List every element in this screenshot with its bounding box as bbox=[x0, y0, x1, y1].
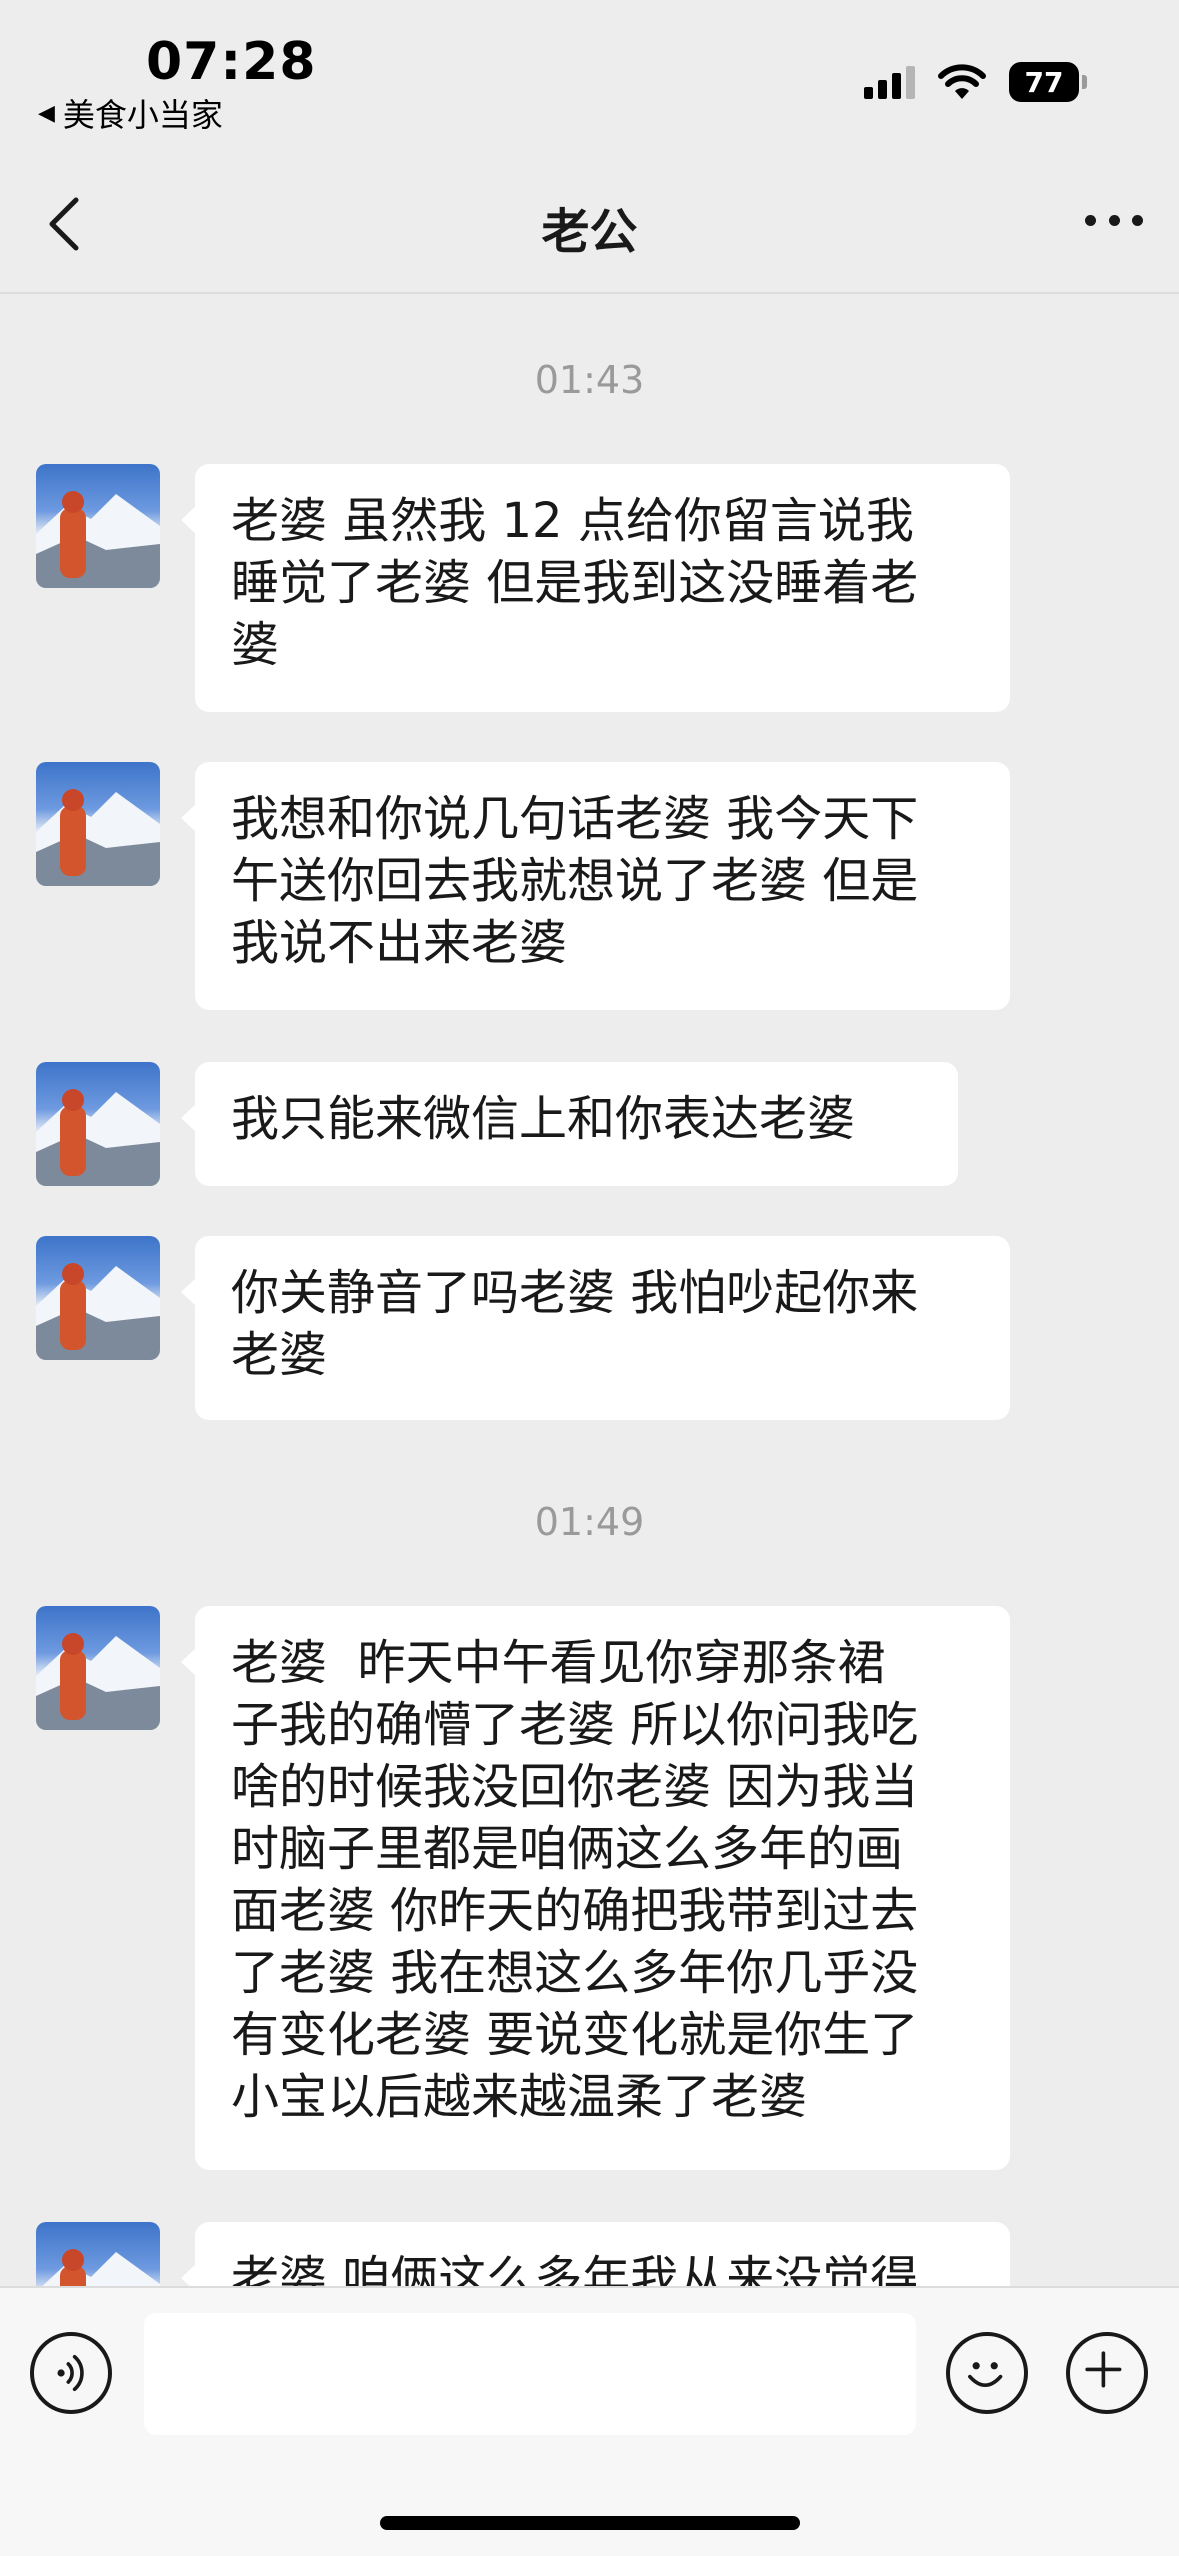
back-to-app-link[interactable]: ◀ 美食小当家 bbox=[38, 90, 223, 136]
home-indicator[interactable] bbox=[380, 2516, 800, 2530]
message-bubble[interactable]: 我想和你说几句话老婆 我今天下 午送你回去我就想说了老婆 但是 我说不出来老婆 bbox=[181, 762, 1010, 1010]
avatar[interactable] bbox=[36, 2222, 160, 2286]
message-input[interactable] bbox=[144, 2313, 916, 2435]
wifi-icon bbox=[938, 64, 986, 99]
battery-icon: 77 bbox=[1009, 62, 1087, 102]
emoji-icon[interactable] bbox=[946, 2332, 1028, 2414]
message-bubble[interactable]: 老婆 昨天中午看见你穿那条裙 子我的确懵了老婆 所以你问我吃 啥的时候我没回你老… bbox=[181, 1606, 1010, 2170]
cellular-signal-icon bbox=[864, 65, 915, 99]
avatar[interactable] bbox=[36, 1236, 160, 1360]
back-app-label: 美食小当家 bbox=[62, 96, 223, 134]
message-bubble[interactable]: 你关静音了吗老婆 我怕吵起你来 老婆 bbox=[181, 1236, 1010, 1420]
status-time: 07:28 bbox=[146, 32, 317, 92]
battery-level: 77 bbox=[1024, 65, 1064, 99]
avatar[interactable] bbox=[36, 1606, 160, 1730]
avatar[interactable] bbox=[36, 762, 160, 886]
plus-icon[interactable] bbox=[1066, 2332, 1148, 2414]
avatar[interactable] bbox=[36, 464, 160, 588]
nav-bar: 老公 bbox=[0, 140, 1179, 294]
more-dots-icon[interactable] bbox=[1079, 200, 1149, 240]
input-bar bbox=[0, 2286, 1179, 2556]
message-bubble[interactable]: 我只能来微信上和你表达老婆 bbox=[181, 1062, 958, 1186]
timestamp: 01:43 bbox=[534, 358, 645, 402]
back-triangle-icon: ◀ bbox=[38, 100, 55, 126]
chat-title: 老公 bbox=[541, 204, 638, 260]
status-icons: 77 bbox=[864, 62, 1087, 102]
timestamp: 01:49 bbox=[534, 1500, 645, 1544]
message-bubble[interactable]: 老婆 虽然我 12 点给你留言说我 睡觉了老婆 但是我到这没睡着老 婆 bbox=[181, 464, 1010, 712]
message-bubble[interactable]: 老婆 咱俩这么多年我从来没觉得 bbox=[181, 2222, 1010, 2286]
avatar[interactable] bbox=[36, 1062, 160, 1186]
status-bar: 07:28 ◀ 美食小当家 77 bbox=[0, 0, 1179, 140]
message-list[interactable]: 01:43 老婆 虽然我 12 点给你留言说我 睡觉了老婆 但是我到这没睡着老 … bbox=[0, 296, 1179, 2286]
chat-screen: 07:28 ◀ 美食小当家 77 老公 01:43 老婆 虽然我 12 点给你留… bbox=[0, 0, 1179, 2556]
voice-icon[interactable] bbox=[30, 2332, 112, 2414]
